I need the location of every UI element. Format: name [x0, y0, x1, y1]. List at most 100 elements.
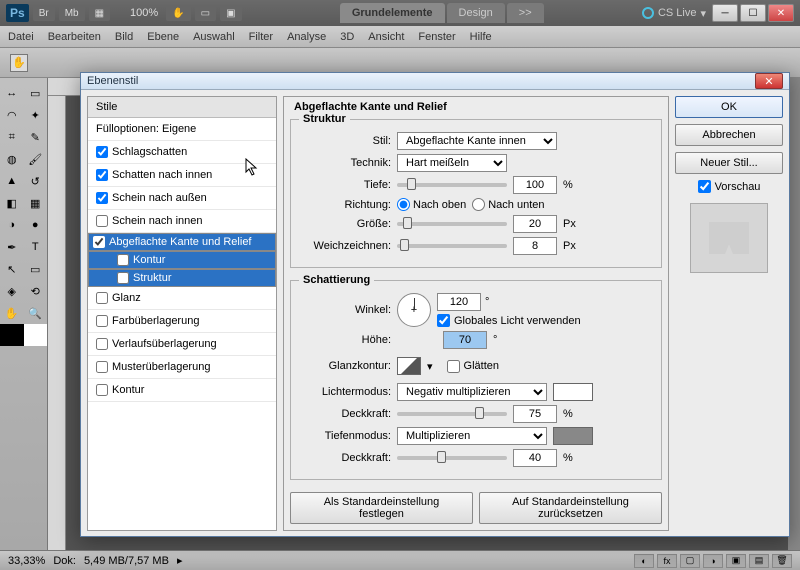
set-default-button[interactable]: Als Standardeinstellung festlegen	[290, 492, 473, 524]
menu-analyse[interactable]: Analyse	[287, 31, 326, 43]
deck1-slider[interactable]	[397, 412, 507, 416]
chk-struktur-sub[interactable]	[117, 272, 129, 284]
heal-tool-icon[interactable]: ◍	[0, 148, 24, 170]
style-schein-aussen[interactable]: Schein nach außen	[88, 187, 276, 210]
arrange-icon[interactable]: ▭	[195, 6, 216, 21]
chk-verlauf[interactable]	[96, 338, 108, 350]
licht-color[interactable]	[553, 383, 593, 401]
cslive-button[interactable]: CS Live ▾	[642, 7, 706, 20]
groesse-input[interactable]	[513, 215, 557, 233]
chk-farb[interactable]	[96, 315, 108, 327]
style-verlauf[interactable]: Verlaufsüberlagerung	[88, 333, 276, 356]
hoehe-input[interactable]	[443, 331, 487, 349]
fg-color-swatch[interactable]	[0, 324, 24, 346]
menu-bearbeiten[interactable]: Bearbeiten	[48, 31, 101, 43]
hand-tool-indicator-icon[interactable]: ✋	[10, 54, 28, 72]
richtung-unten-radio[interactable]: Nach unten	[472, 198, 544, 211]
new-style-button[interactable]: Neuer Stil...	[675, 152, 783, 174]
menu-ansicht[interactable]: Ansicht	[368, 31, 404, 43]
type-tool-icon[interactable]: T	[24, 236, 48, 258]
cancel-button[interactable]: Abbrechen	[675, 124, 783, 146]
menu-ebene[interactable]: Ebene	[147, 31, 179, 43]
dialog-titlebar[interactable]: Ebenenstil ✕	[81, 73, 789, 90]
rotate3d-tool-icon[interactable]: ⟲	[24, 280, 48, 302]
gradient-tool-icon[interactable]: ▦	[24, 192, 48, 214]
bg-color-swatch[interactable]	[24, 324, 48, 346]
hand-tool-icon[interactable]: ✋	[166, 6, 190, 21]
blur-tool-icon[interactable]: ◑	[0, 214, 24, 236]
brush-tool-icon[interactable]: 🖌	[24, 148, 48, 170]
menu-3d[interactable]: 3D	[340, 31, 354, 43]
chk-kontur-sub[interactable]	[117, 254, 129, 266]
richtung-oben-radio[interactable]: Nach oben	[397, 198, 466, 211]
view-grid-icon[interactable]: ▦	[89, 6, 110, 21]
zoom-level[interactable]: 33,33%	[8, 555, 45, 567]
chk-schatten-innen[interactable]	[96, 169, 108, 181]
style-kontur2[interactable]: Kontur	[88, 379, 276, 402]
style-struktur-sub[interactable]: Struktur	[88, 269, 276, 287]
style-farb[interactable]: Farbüberlagerung	[88, 310, 276, 333]
glaetten-checkbox[interactable]: Glätten	[447, 360, 499, 373]
minibridge-button[interactable]: Mb	[59, 6, 85, 21]
workspace-tab-design[interactable]: Design	[447, 3, 505, 23]
chk-kontur2[interactable]	[96, 384, 108, 396]
weich-input[interactable]	[513, 237, 557, 255]
style-glanz[interactable]: Glanz	[88, 287, 276, 310]
stil-select[interactable]: Abgeflachte Kante innen	[397, 132, 557, 150]
menu-hilfe[interactable]: Hilfe	[470, 31, 492, 43]
path-tool-icon[interactable]: ↖	[0, 258, 24, 280]
style-schein-innen[interactable]: Schein nach innen	[88, 210, 276, 233]
style-schlagschatten[interactable]: Schlagschatten	[88, 141, 276, 164]
angle-dial[interactable]: +	[397, 293, 431, 327]
chk-schein-innen[interactable]	[96, 215, 108, 227]
chk-glanz[interactable]	[96, 292, 108, 304]
chk-schein-aussen[interactable]	[96, 192, 108, 204]
screen-mode-icon[interactable]: ▣	[220, 6, 241, 21]
chk-bevel[interactable]	[93, 236, 105, 248]
tiefe-input[interactable]	[513, 176, 557, 194]
bridge-button[interactable]: Br	[33, 6, 55, 21]
menu-auswahl[interactable]: Auswahl	[193, 31, 235, 43]
sb-mask-icon[interactable]: ▢	[680, 554, 700, 568]
pen-tool-icon[interactable]: ✒	[0, 236, 24, 258]
move-tool-icon[interactable]: ↔	[0, 82, 24, 104]
eraser-tool-icon[interactable]: ◧	[0, 192, 24, 214]
style-muster[interactable]: Musterüberlagerung	[88, 356, 276, 379]
marquee-tool-icon[interactable]: ▭	[24, 82, 48, 104]
window-close-button[interactable]: ✕	[768, 4, 794, 22]
sb-fx-icon[interactable]: fx	[657, 554, 677, 568]
history-brush-icon[interactable]: ↺	[24, 170, 48, 192]
chk-schlagschatten[interactable]	[96, 146, 108, 158]
workspace-tab-more[interactable]: >>	[507, 3, 544, 23]
glanzkontur-picker[interactable]	[397, 357, 421, 375]
deck2-slider[interactable]	[397, 456, 507, 460]
sb-icon[interactable]: ◐	[634, 554, 654, 568]
app-zoom[interactable]: 100%	[130, 7, 158, 19]
sb-folder-icon[interactable]: ▣	[726, 554, 746, 568]
stamp-tool-icon[interactable]: ▲	[0, 170, 24, 192]
sb-adj-icon[interactable]: ◑	[703, 554, 723, 568]
window-minimize-button[interactable]: ─	[712, 4, 738, 22]
reset-default-button[interactable]: Auf Standardeinstellung zurücksetzen	[479, 492, 662, 524]
sb-new-icon[interactable]: ▤	[749, 554, 769, 568]
tiefe-slider[interactable]	[397, 183, 507, 187]
global-light-checkbox[interactable]: Globales Licht verwenden	[437, 314, 581, 327]
dodge-tool-icon[interactable]: ●	[24, 214, 48, 236]
ok-button[interactable]: OK	[675, 96, 783, 118]
wand-tool-icon[interactable]: ✦	[24, 104, 48, 126]
style-kontur-sub[interactable]: Kontur	[88, 251, 276, 269]
preview-checkbox[interactable]: Vorschau	[675, 180, 783, 193]
style-bevel[interactable]: Abgeflachte Kante und Relief	[88, 233, 276, 251]
chk-muster[interactable]	[96, 361, 108, 373]
groesse-slider[interactable]	[397, 222, 507, 226]
technik-select[interactable]: Hart meißeln	[397, 154, 507, 172]
shape-tool-icon[interactable]: ▭	[24, 258, 48, 280]
styles-header[interactable]: Stile	[88, 97, 276, 118]
menu-datei[interactable]: Datei	[8, 31, 34, 43]
menu-bild[interactable]: Bild	[115, 31, 133, 43]
crop-tool-icon[interactable]: ⌗	[0, 126, 24, 148]
menu-fenster[interactable]: Fenster	[418, 31, 455, 43]
winkel-input[interactable]	[437, 293, 481, 311]
3d-tool-icon[interactable]: ◈	[0, 280, 24, 302]
dialog-close-button[interactable]: ✕	[755, 73, 783, 89]
